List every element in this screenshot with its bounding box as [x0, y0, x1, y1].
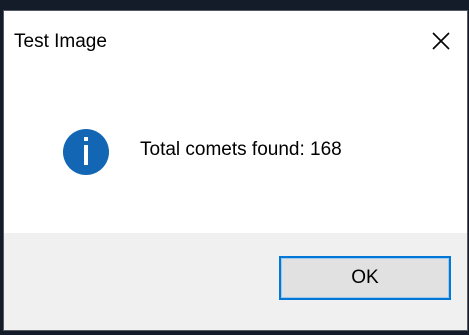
close-icon [431, 32, 450, 50]
info-icon [62, 128, 110, 176]
message-dialog: Test Image Total comets found: 168 OK [3, 10, 468, 331]
screen: Test Image Total comets found: 168 OK [0, 0, 469, 335]
window-title: Test Image [14, 31, 107, 52]
close-button[interactable] [414, 11, 467, 71]
ok-button[interactable]: OK [279, 256, 451, 300]
title-bar[interactable]: Test Image [4, 11, 467, 71]
message-text: Total comets found: 168 [140, 139, 342, 160]
dialog-footer: OK [4, 233, 467, 330]
dialog-content: Total comets found: 168 [4, 71, 467, 233]
